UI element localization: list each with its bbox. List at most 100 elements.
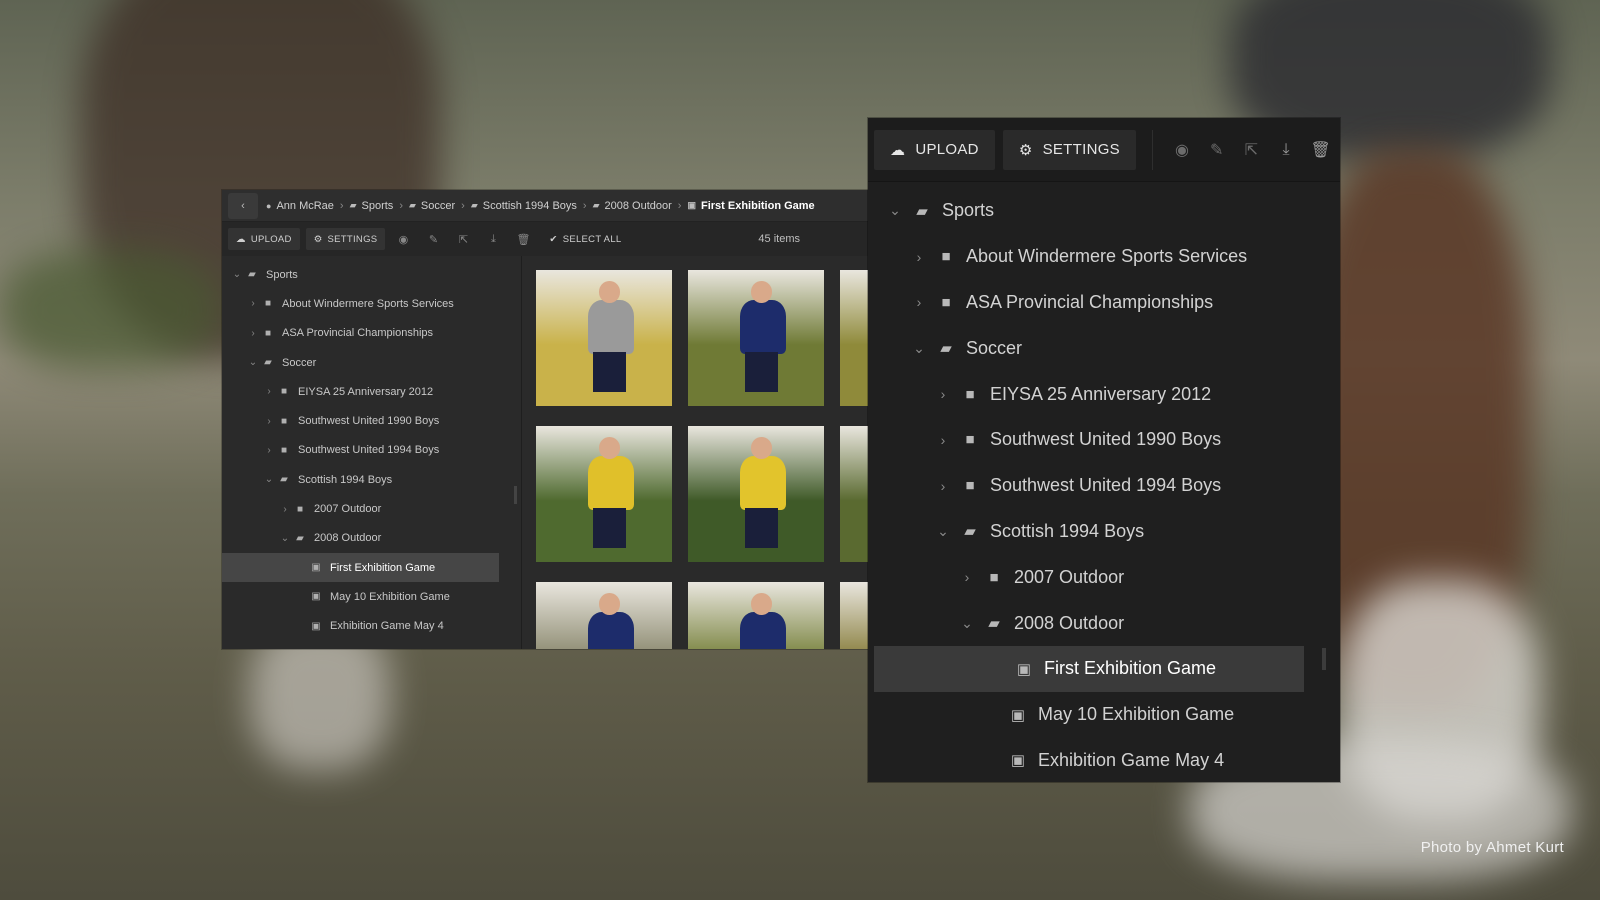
tree-item[interactable]: ⌄ ▰ Scottish 1994 Boys (868, 509, 1340, 555)
chevron-down-icon[interactable]: ⌄ (882, 202, 908, 219)
folder-open-icon: ▰ (964, 523, 976, 541)
tree-item[interactable]: › ■ Southwest United 1990 Boys (222, 406, 521, 435)
chevron-right-icon[interactable]: › (262, 445, 276, 456)
breadcrumb-item[interactable]: ▰ Sports (350, 200, 394, 212)
tree-item-label: About Windermere Sports Services (966, 246, 1248, 267)
gallery-icon: ▣ (311, 562, 321, 574)
chevron-down-icon[interactable]: ⌄ (230, 269, 244, 280)
chevron-right-icon[interactable]: › (906, 294, 932, 310)
chevron-down-icon[interactable]: ⌄ (930, 523, 956, 540)
folder-open-icon: ▰ (940, 340, 952, 358)
share-icon[interactable]: ⇱ (1238, 130, 1265, 170)
share-icon[interactable]: ⇱ (451, 228, 475, 250)
breadcrumb-item[interactable]: ● Ann McRae (266, 200, 334, 212)
tree-item[interactable]: › ■ Southwest United 1994 Boys (868, 463, 1340, 509)
chevron-right-icon[interactable]: › (246, 298, 260, 309)
tree-item[interactable]: ⌄ ▰ Sports (868, 188, 1340, 234)
tree-item[interactable]: ▣ May 10 Exhibition Game (868, 692, 1340, 738)
chevron-down-icon[interactable]: ⌄ (246, 357, 260, 368)
breadcrumb-item[interactable]: ▰ Scottish 1994 Boys (471, 200, 577, 212)
settings-button[interactable]: ⚙ SETTINGS (1002, 129, 1136, 170)
chevron-right-icon[interactable]: › (262, 416, 276, 427)
tree-item[interactable]: › ■ EIYSA 25 Anniversary 2012 (222, 377, 521, 406)
tree-item[interactable]: ▣ May 10 Exhibition Game (222, 582, 521, 611)
scrollbar[interactable] (514, 486, 517, 504)
tree-item[interactable]: ▣ First Exhibition Game (222, 552, 499, 583)
tree-item[interactable]: › ■ EIYSA 25 Anniversary 2012 (868, 371, 1340, 417)
tree-item-label: EIYSA 25 Anniversary 2012 (990, 383, 1212, 404)
chevron-down-icon[interactable]: ⌄ (278, 533, 292, 544)
tree-item[interactable]: ▣ Exhibition Game May 4 (868, 738, 1340, 782)
folder-tree: ⌄ ▰ Sports › ■ About Windermere Sports Servic… (868, 182, 1340, 782)
chevron-right-icon[interactable]: › (930, 478, 956, 494)
tree-item[interactable]: ⌄ ▰ Soccer (868, 325, 1340, 371)
folder-open-icon: ▰ (296, 532, 304, 544)
tree-item[interactable]: ▣ First Exhibition Game (874, 645, 1304, 692)
header-duel-photo[interactable] (688, 426, 824, 562)
scrollbar[interactable] (1322, 648, 1326, 670)
photo-credit: Photo by Ahmet Kurt (1420, 839, 1564, 856)
partial-photo[interactable] (840, 270, 868, 406)
chevron-right-icon[interactable]: › (930, 386, 956, 402)
back-button[interactable]: ‹ (228, 192, 258, 219)
cloud-upload-icon: ☁ (236, 233, 246, 245)
partial-photo-2[interactable] (840, 426, 868, 562)
tree-item[interactable]: ⌄ ▰ Soccer (222, 348, 521, 377)
tree-item[interactable]: › ■ 2007 Outdoor (868, 554, 1340, 600)
download-icon[interactable]: ⤓ (1273, 130, 1300, 170)
folder-icon: ■ (989, 568, 999, 586)
action-photo[interactable] (536, 582, 672, 649)
tackle-photo[interactable] (536, 426, 672, 562)
chevron-right-icon[interactable]: › (246, 328, 260, 339)
breadcrumb-label: Scottish 1994 Boys (482, 199, 577, 212)
breadcrumb-item[interactable]: ▰ 2008 Outdoor (593, 200, 672, 212)
kick-photo[interactable] (688, 582, 824, 649)
eye-icon[interactable]: ◉ (391, 228, 415, 250)
tree-item-label: EIYSA 25 Anniversary 2012 (298, 385, 434, 398)
select-all-button[interactable]: ✔ SELECT ALL (541, 228, 629, 250)
chevron-right-icon[interactable]: › (278, 504, 292, 515)
tree-item[interactable]: › ■ 2007 Outdoor (222, 494, 521, 523)
tree-item[interactable]: ⌄ ▰ 2008 Outdoor (222, 524, 521, 553)
trash-icon[interactable]: 🗑 (1307, 130, 1334, 170)
tree-item[interactable]: › ■ ASA Provincial Championships (222, 319, 521, 348)
eye-icon[interactable]: ◉ (1169, 130, 1196, 170)
download-icon[interactable]: ⤓ (481, 228, 505, 250)
tree-item[interactable]: › ■ ASA Provincial Championships (868, 280, 1340, 326)
tree-item[interactable]: ⌄ ▰ Sports (222, 260, 521, 289)
settings-button[interactable]: ⚙ SETTINGS (305, 228, 386, 250)
chevron-right-icon[interactable]: › (930, 432, 956, 448)
tree-item[interactable]: ⌄ ▰ Scottish 1994 Boys (222, 465, 521, 494)
tree-item[interactable]: › ■ Southwest United 1990 Boys (868, 417, 1340, 463)
folder-open-icon: ▰ (264, 357, 272, 369)
chevron-right-icon[interactable]: › (954, 569, 980, 585)
upload-button[interactable]: ☁ UPLOAD (228, 228, 300, 250)
tree-item[interactable]: ⌄ ▰ 2008 Outdoor (868, 600, 1340, 646)
chevron-down-icon[interactable]: ⌄ (262, 474, 276, 485)
folder-icon: ■ (296, 503, 304, 515)
breadcrumb-item[interactable]: ▣ First Exhibition Game (687, 200, 814, 212)
gallery-icon: ▣ (1016, 660, 1032, 678)
tree-item[interactable]: ▣ Exhibition Game May 4 (222, 612, 521, 641)
tree-item[interactable]: › ■ About Windermere Sports Services (222, 289, 521, 318)
partial-photo-3[interactable] (840, 582, 868, 649)
user-icon: ● (266, 200, 272, 211)
goalkeeper-photo[interactable] (536, 270, 672, 406)
tree-item[interactable]: › ■ About Windermere Sports Services (868, 234, 1340, 280)
chevron-down-icon[interactable]: ⌄ (906, 340, 932, 357)
edit-icon[interactable]: ✎ (421, 228, 445, 250)
folder-open-icon: ▰ (916, 202, 928, 220)
breadcrumb-item[interactable]: ▰ Soccer (409, 200, 455, 212)
file-manager-window: ‹ ● Ann McRae › ▰ Sports › ▰ Soccer › ▰ Scottish 1… (222, 190, 868, 649)
trash-icon[interactable]: 🗑 (511, 228, 535, 250)
edit-icon[interactable]: ✎ (1203, 130, 1230, 170)
breadcrumb-label: Soccer (420, 199, 456, 212)
chevron-down-icon[interactable]: ⌄ (954, 615, 980, 632)
player-running-photo[interactable] (688, 270, 824, 406)
tree-item[interactable]: › ■ Southwest United 1994 Boys (222, 436, 521, 465)
tree-item-label: Exhibition Game May 4 (330, 620, 444, 633)
chevron-right-icon[interactable]: › (262, 386, 276, 397)
chevron-right-icon[interactable]: › (906, 249, 932, 265)
chevron-right-icon: › (461, 199, 465, 212)
upload-button[interactable]: ☁ UPLOAD (874, 129, 995, 170)
